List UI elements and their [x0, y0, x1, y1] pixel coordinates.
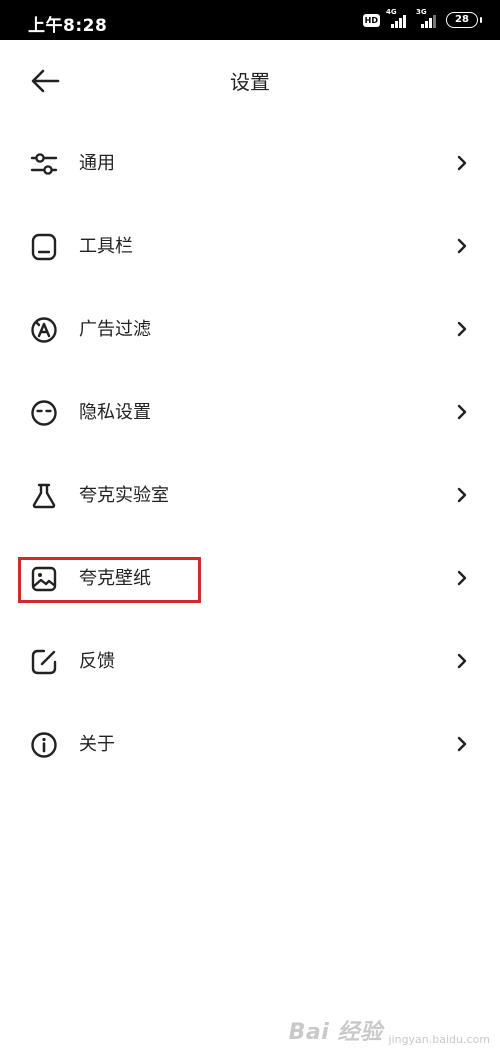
signal-4g-icon: 4G — [386, 8, 410, 30]
signal-3g-icon: 3G — [416, 8, 440, 30]
settings-item-label: 夸克实验室 — [79, 485, 169, 506]
watermark-logo: Bai 经验 — [288, 1020, 383, 1045]
flask-icon — [30, 482, 58, 510]
settings-item-about[interactable]: 关于 — [0, 703, 500, 786]
watermark: Bai 经验 jingyan.baidu.com — [289, 1014, 490, 1046]
sliders-icon — [30, 150, 58, 178]
settings-item-label: 反馈 — [79, 651, 115, 672]
status-bar: 上午8:28 HD 4G 3G 28 — [0, 0, 500, 40]
settings-item-toolbar[interactable]: 工具栏 — [0, 205, 500, 288]
status-icons: HD 4G 3G 28 — [362, 8, 482, 30]
chevron-right-icon — [457, 736, 467, 752]
ad-block-icon — [30, 316, 58, 344]
chevron-right-icon — [457, 155, 467, 171]
settings-item-quark-lab[interactable]: 夸克实验室 — [0, 454, 500, 537]
hd-badge: HD — [362, 13, 380, 27]
settings-item-feedback[interactable]: 反馈 — [0, 620, 500, 703]
status-time: 上午8:28 — [28, 16, 108, 36]
wallpaper-image-icon — [30, 565, 58, 593]
chevron-right-icon — [457, 321, 467, 337]
settings-item-privacy[interactable]: 隐私设置 — [0, 371, 500, 454]
settings-item-label: 通用 — [79, 153, 115, 174]
chevron-right-icon — [457, 570, 467, 586]
chevron-right-icon — [457, 487, 467, 503]
settings-item-label: 隐私设置 — [79, 402, 151, 423]
feedback-edit-icon — [30, 648, 58, 676]
watermark-url: jingyan.baidu.com — [388, 1033, 490, 1046]
app-header: 设置 — [0, 40, 500, 122]
settings-item-general[interactable]: 通用 — [0, 122, 500, 205]
settings-item-label: 夸克壁纸 — [79, 568, 151, 589]
chevron-right-icon — [457, 404, 467, 420]
chevron-right-icon — [457, 238, 467, 254]
settings-item-label: 关于 — [79, 734, 115, 755]
page-title: 设置 — [230, 70, 270, 94]
settings-item-quark-wallpaper[interactable]: 夸克壁纸 — [0, 537, 500, 620]
settings-item-label: 工具栏 — [79, 236, 133, 257]
chevron-right-icon — [457, 653, 467, 669]
battery-icon: 28 — [446, 12, 482, 28]
settings-item-ad-filter[interactable]: 广告过滤 — [0, 288, 500, 371]
privacy-mask-icon — [30, 399, 58, 427]
settings-list: 通用 工具栏 广告过滤 隐私设置 夸克实验室 夸克壁纸 反馈 关于 — [0, 122, 500, 786]
settings-item-label: 广告过滤 — [79, 319, 151, 340]
info-icon — [30, 731, 58, 759]
toolbar-icon — [30, 233, 58, 261]
